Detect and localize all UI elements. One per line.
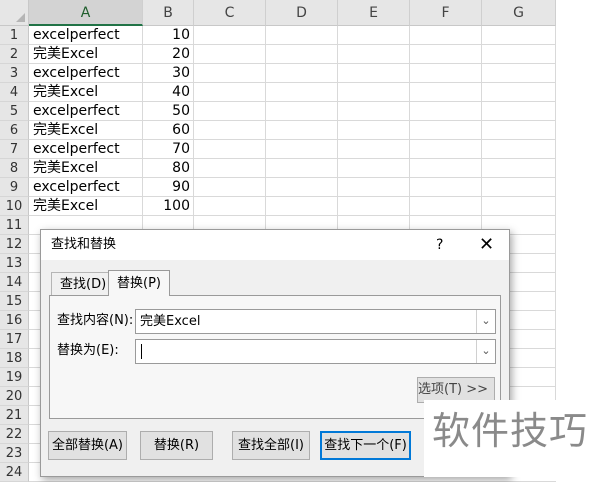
row-header[interactable]: 15 — [0, 292, 29, 311]
row-header[interactable]: 16 — [0, 311, 29, 330]
column-header-d[interactable]: D — [266, 0, 338, 26]
cell-a[interactable]: excelperfect — [30, 140, 142, 159]
column-header-g[interactable]: G — [482, 0, 556, 26]
row-header[interactable]: 18 — [0, 349, 29, 368]
row-header[interactable]: 11 — [0, 216, 29, 235]
replace-button[interactable]: 替换(R) — [140, 431, 213, 460]
row-header[interactable]: 6 — [0, 121, 29, 140]
select-all-corner[interactable] — [0, 0, 29, 26]
dialog-titlebar: 查找和替换 ? ✕ — [41, 230, 509, 260]
column-header-a[interactable]: A — [29, 0, 143, 26]
row-header[interactable]: 4 — [0, 83, 29, 102]
row-header[interactable]: 12 — [0, 235, 29, 254]
cell-b[interactable]: 60 — [143, 121, 194, 140]
cell-b[interactable]: 80 — [143, 159, 194, 178]
find-next-button[interactable]: 查找下一个(F) — [320, 431, 411, 460]
cell-b[interactable]: 10 — [143, 26, 194, 45]
row-header[interactable]: 7 — [0, 140, 29, 159]
dialog-title: 查找和替换 — [51, 237, 117, 252]
row-header[interactable]: 13 — [0, 254, 29, 273]
tab-replace[interactable]: 替换(P) — [108, 270, 170, 296]
find-what-value[interactable]: 完美Excel — [140, 310, 200, 333]
cell-a[interactable]: excelperfect — [30, 26, 142, 45]
cell-b[interactable]: 100 — [143, 197, 194, 216]
column-header-b[interactable]: B — [143, 0, 194, 26]
column-header-e[interactable]: E — [338, 0, 410, 26]
row-header[interactable]: 1 — [0, 26, 29, 45]
column-header-f[interactable]: F — [410, 0, 482, 26]
cell-a[interactable]: 完美Excel — [30, 121, 142, 140]
row-header[interactable]: 23 — [0, 444, 29, 463]
row-header[interactable]: 14 — [0, 273, 29, 292]
row-header[interactable]: 3 — [0, 64, 29, 83]
chevron-down-icon[interactable]: ⌄ — [476, 310, 495, 333]
replace-with-combobox[interactable]: ⌄ — [135, 339, 496, 364]
find-what-label: 查找内容(N): — [57, 313, 134, 328]
help-icon[interactable]: ? — [436, 230, 443, 260]
cell-a[interactable]: 完美Excel — [30, 45, 142, 64]
tab-find[interactable]: 查找(D) — [51, 272, 116, 295]
close-icon[interactable]: ✕ — [479, 230, 494, 260]
row-header[interactable]: 8 — [0, 159, 29, 178]
row-header[interactable]: 21 — [0, 406, 29, 425]
row-header[interactable]: 24 — [0, 463, 29, 482]
row-header[interactable]: 17 — [0, 330, 29, 349]
row-header[interactable]: 9 — [0, 178, 29, 197]
row-header[interactable]: 2 — [0, 45, 29, 64]
cell-b[interactable]: 70 — [143, 140, 194, 159]
cell-a[interactable]: excelperfect — [30, 102, 142, 121]
find-all-button[interactable]: 查找全部(I) — [232, 431, 310, 460]
cell-a[interactable]: excelperfect — [30, 178, 142, 197]
cell-a[interactable]: 完美Excel — [30, 197, 142, 216]
cell-b[interactable]: 90 — [143, 178, 194, 197]
cell-a[interactable]: 完美Excel — [30, 83, 142, 102]
cell-b[interactable]: 40 — [143, 83, 194, 102]
cell-b[interactable]: 30 — [143, 64, 194, 83]
watermark-text: 软件技巧 — [432, 409, 589, 453]
watermark: 软件技巧 — [424, 400, 607, 477]
row-header[interactable]: 22 — [0, 425, 29, 444]
cell-a[interactable]: excelperfect — [30, 64, 142, 83]
column-header-c[interactable]: C — [194, 0, 266, 26]
row-header[interactable]: 10 — [0, 197, 29, 216]
text-caret — [141, 344, 142, 359]
chevron-down-icon[interactable]: ⌄ — [476, 340, 495, 363]
cell-b[interactable]: 20 — [143, 45, 194, 64]
replace-with-label: 替换为(E): — [57, 343, 119, 358]
row-header[interactable]: 20 — [0, 387, 29, 406]
cell-a[interactable]: 完美Excel — [30, 159, 142, 178]
find-what-combobox[interactable]: 完美Excel ⌄ — [135, 309, 496, 334]
row-header[interactable]: 19 — [0, 368, 29, 387]
row-header[interactable]: 5 — [0, 102, 29, 121]
cell-b[interactable]: 50 — [143, 102, 194, 121]
replace-all-button[interactable]: 全部替换(A) — [48, 431, 127, 460]
